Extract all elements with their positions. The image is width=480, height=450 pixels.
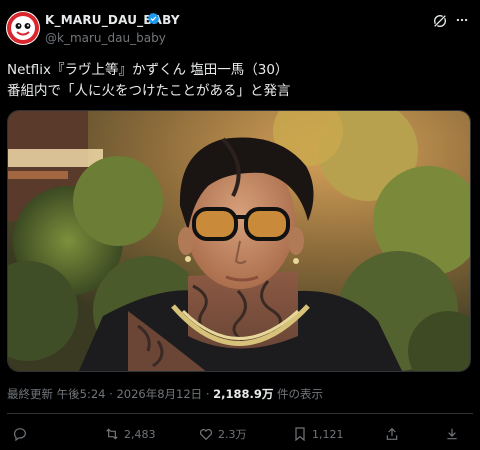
author-handle[interactable]: @k_maru_dau_baby — [45, 31, 166, 45]
retweet-icon — [106, 428, 118, 440]
bookmark-button[interactable]: 1,121 — [292, 426, 344, 442]
grok-icon[interactable] — [432, 13, 448, 29]
download-icon — [447, 428, 457, 440]
like-icon — [199, 429, 213, 441]
tweet-text-line-1: Netflix『ラヴ上等』かずくん 塩田一馬（30） — [7, 62, 289, 78]
views-label: 件の表示 — [273, 387, 324, 401]
verified-badge-icon — [147, 12, 160, 25]
tweet-media-photo[interactable] — [7, 110, 471, 372]
more-icon[interactable] — [455, 13, 469, 27]
divider — [7, 413, 473, 414]
share-icon — [386, 427, 398, 440]
tweet-text-line-2: 番組内で「人に火をつけたことがある」と発言 — [7, 83, 291, 99]
like-button[interactable]: 2.3万 — [198, 426, 247, 442]
retweet-count: 2,483 — [124, 427, 156, 441]
tweet-meta: 最終更新 午後5:24 · 2026年8月12日 · 2,188.9万 件の表示 — [7, 386, 323, 402]
reply-icon — [14, 428, 26, 442]
portrait-photo — [8, 111, 470, 371]
download-button[interactable] — [444, 426, 460, 442]
bookmark-count: 1,121 — [312, 427, 344, 441]
avatar-logo-icon — [7, 12, 39, 44]
tweet-header: K_MARU_DAU_BABY @k_maru_dau_baby — [0, 0, 480, 50]
reply-button[interactable] — [12, 426, 32, 442]
tweet-text: Netflix『ラヴ上等』かずくん 塩田一馬（30） 番組内で「人に火をつけたこ… — [7, 60, 473, 102]
action-bar: 2,483 2.3万 1,121 — [0, 420, 480, 450]
views-count: 2,188.9万 — [213, 387, 274, 401]
avatar[interactable] — [6, 11, 40, 45]
like-count: 2.3万 — [218, 428, 247, 441]
retweet-button[interactable]: 2,483 — [104, 426, 156, 442]
bookmark-icon — [295, 427, 305, 442]
tweet-timestamp[interactable]: 最終更新 午後5:24 · 2026年8月12日 · — [7, 387, 213, 401]
share-button[interactable] — [384, 426, 400, 442]
